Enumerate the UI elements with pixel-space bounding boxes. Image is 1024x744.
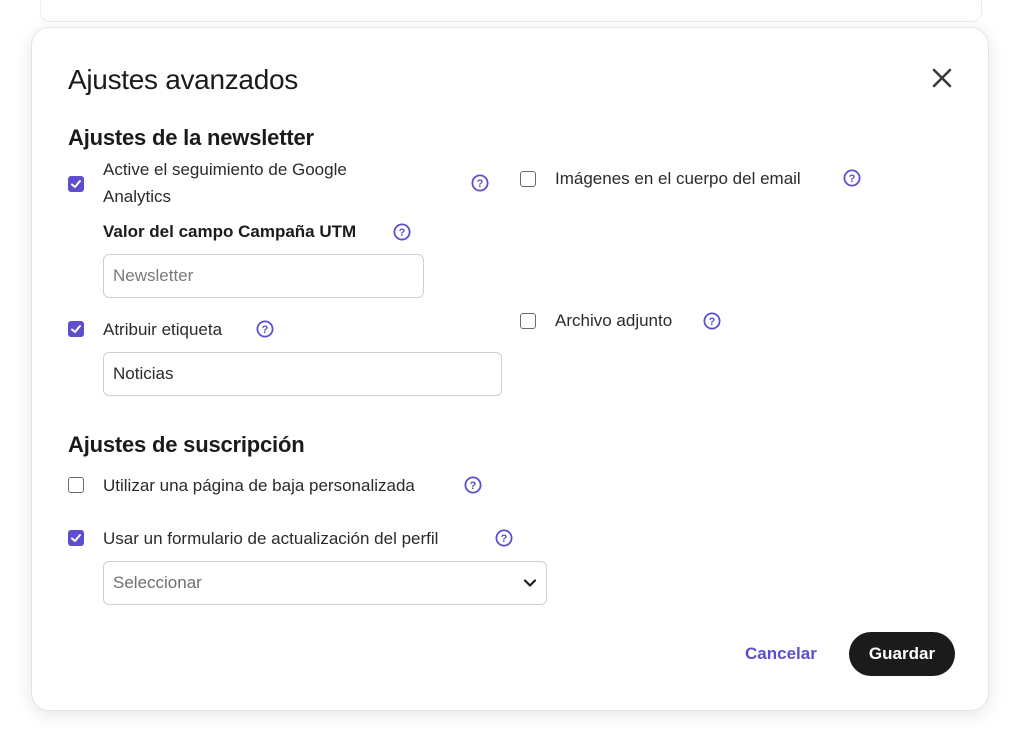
help-icon[interactable]: ? [256, 320, 274, 338]
google-analytics-checkbox[interactable] [68, 176, 84, 192]
help-icon[interactable]: ? [703, 312, 721, 330]
images-in-body-checkbox[interactable] [520, 171, 536, 187]
help-icon[interactable]: ? [471, 174, 489, 192]
svg-text:?: ? [477, 178, 484, 190]
svg-text:?: ? [399, 227, 406, 239]
tag-input[interactable] [103, 352, 502, 396]
cancel-button[interactable]: Cancelar [745, 644, 817, 664]
svg-text:?: ? [262, 324, 269, 336]
custom-unsubscribe-checkbox[interactable] [68, 477, 84, 493]
save-button[interactable]: Guardar [849, 632, 955, 676]
help-icon[interactable]: ? [843, 169, 861, 187]
svg-text:?: ? [709, 316, 716, 328]
chevron-down-icon [523, 579, 537, 587]
svg-text:?: ? [470, 480, 477, 492]
utm-campaign-label: Valor del campo Campaña UTM [103, 222, 357, 241]
profile-update-form-checkbox[interactable] [68, 530, 84, 546]
assign-tag-label: Atribuir etiqueta [103, 320, 223, 339]
utm-campaign-input[interactable] [103, 254, 424, 298]
custom-unsubscribe-label: Utilizar una página de baja personalizad… [103, 476, 415, 495]
profile-form-select[interactable]: Seleccionar [103, 561, 547, 605]
check-icon [71, 180, 81, 188]
help-icon[interactable]: ? [393, 223, 411, 241]
profile-form-select-value: Seleccionar [113, 573, 202, 592]
help-icon[interactable]: ? [464, 476, 482, 494]
google-analytics-label: Active el seguimiento de Google Analytic… [103, 160, 347, 206]
check-icon [71, 325, 81, 333]
subscription-section-title: Ajustes de suscripción [68, 432, 305, 457]
close-icon [932, 68, 952, 88]
svg-text:?: ? [501, 533, 508, 545]
newsletter-section-title: Ajustes de la newsletter [68, 125, 314, 150]
background-card [40, 0, 982, 22]
profile-update-form-label: Usar un formulario de actualización del … [103, 529, 439, 548]
help-icon[interactable]: ? [495, 529, 513, 547]
check-icon [71, 534, 81, 542]
svg-text:?: ? [849, 173, 856, 185]
attachment-checkbox[interactable] [520, 313, 536, 329]
images-in-body-label: Imágenes en el cuerpo del email [555, 169, 801, 188]
attachment-label: Archivo adjunto [555, 311, 673, 330]
close-button[interactable] [928, 64, 956, 92]
assign-tag-checkbox[interactable] [68, 321, 84, 337]
modal-title: Ajustes avanzados [68, 64, 298, 95]
advanced-settings-modal: Ajustes avanzados Ajustes de la newslett… [31, 27, 989, 711]
